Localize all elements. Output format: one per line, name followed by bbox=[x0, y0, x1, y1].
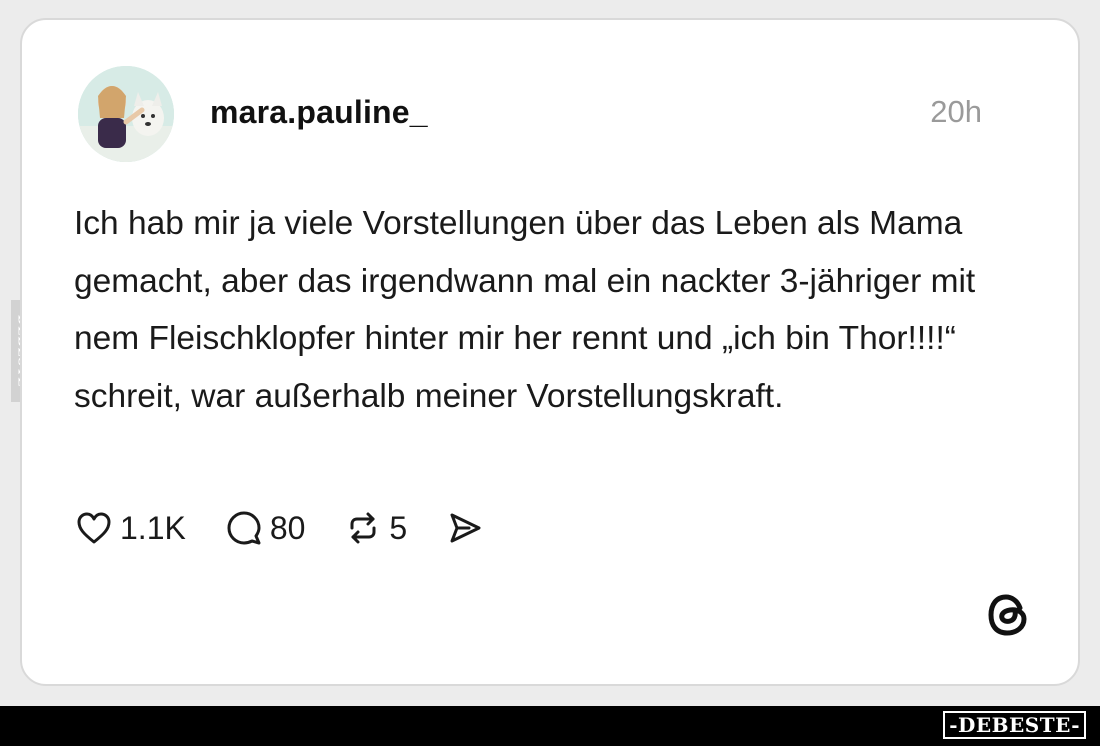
avatar[interactable] bbox=[78, 66, 174, 162]
threads-logo-icon bbox=[988, 594, 1027, 636]
repost-button[interactable]: 5 bbox=[345, 510, 407, 547]
screenshot-stage: DEBESTE mara.pauline_ 20h Ich hab mir ja… bbox=[0, 0, 1100, 746]
heart-icon bbox=[77, 512, 111, 544]
post-text: Ich hab mir ja viele Vorstellungen über … bbox=[74, 205, 976, 415]
share-button[interactable] bbox=[447, 510, 483, 546]
post-actions: 1.1K 80 5 bbox=[76, 506, 523, 550]
comment-button[interactable]: 80 bbox=[226, 509, 306, 547]
comment-count: 80 bbox=[269, 509, 306, 546]
comment-bubble-icon bbox=[227, 511, 261, 545]
threads-post-card: mara.pauline_ 20h Ich hab mir ja viele V… bbox=[20, 18, 1080, 686]
bottom-bar: -DEBESTE- bbox=[0, 706, 1100, 746]
send-icon bbox=[450, 513, 481, 543]
repost-count: 5 bbox=[389, 509, 408, 546]
like-count: 1.1K bbox=[120, 509, 186, 546]
like-button[interactable]: 1.1K bbox=[76, 510, 186, 547]
post-timestamp: 20h bbox=[930, 94, 982, 129]
repost-icon bbox=[350, 512, 376, 544]
bottom-watermark: -DEBESTE- bbox=[943, 711, 1086, 739]
username[interactable]: mara.pauline_ bbox=[210, 94, 428, 131]
